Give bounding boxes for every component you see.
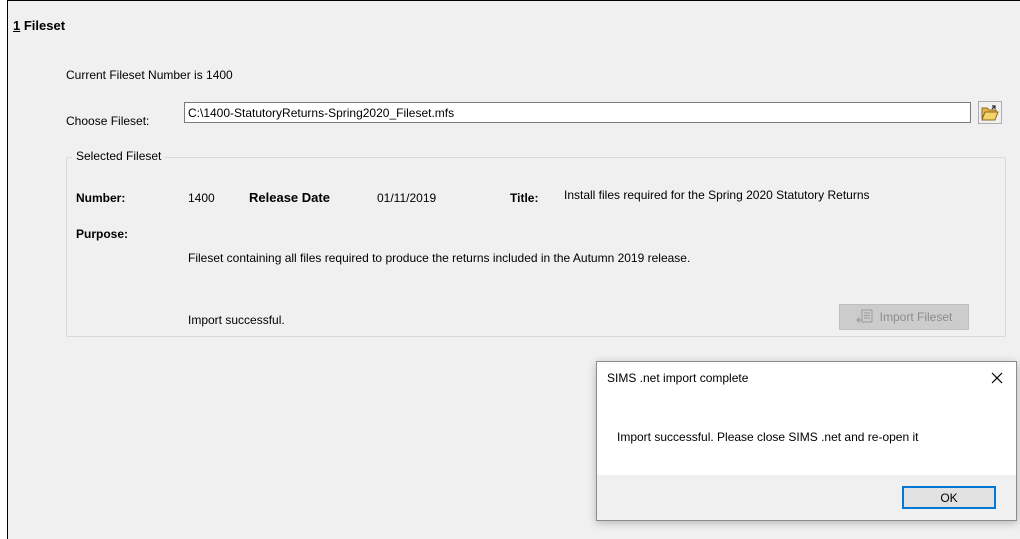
import-icon (855, 309, 873, 323)
close-icon (991, 372, 1003, 384)
fileset-path-input[interactable] (184, 102, 971, 123)
import-fileset-button[interactable]: Import Fileset (839, 304, 969, 330)
open-folder-icon (981, 104, 999, 120)
dialog-close-button[interactable] (984, 366, 1010, 390)
title-value: Install files required for the Spring 20… (564, 188, 870, 202)
choose-fileset-label: Choose Fileset: (66, 114, 150, 128)
purpose-value: Fileset containing all files required to… (188, 251, 691, 265)
section-title-text: Fileset (20, 18, 66, 33)
title-label: Title: (510, 191, 539, 205)
selected-fileset-legend: Selected Fileset (72, 149, 166, 163)
current-fileset-text: Current Fileset Number is 1400 (66, 68, 233, 82)
purpose-label: Purpose: (76, 227, 129, 241)
number-label: Number: (76, 191, 126, 205)
import-fileset-label: Import Fileset (879, 310, 953, 324)
dialog-footer: OK (597, 475, 1016, 520)
dialog-message: Import successful. Please close SIMS .ne… (617, 430, 919, 444)
release-date-label: Release Date (249, 190, 330, 205)
section-title: 1 Fileset (13, 18, 65, 33)
release-date-value: 01/11/2019 (377, 191, 437, 205)
dialog-title: SIMS .net import complete (607, 371, 749, 385)
fileset-panel: 1 Fileset Current Fileset Number is 1400… (7, 0, 1020, 539)
browse-fileset-button[interactable] (978, 101, 1002, 124)
import-complete-dialog: SIMS .net import complete Import success… (596, 361, 1017, 521)
import-status-text: Import successful. (188, 313, 285, 327)
ok-button[interactable]: OK (902, 486, 996, 509)
number-value: 1400 (188, 191, 215, 205)
